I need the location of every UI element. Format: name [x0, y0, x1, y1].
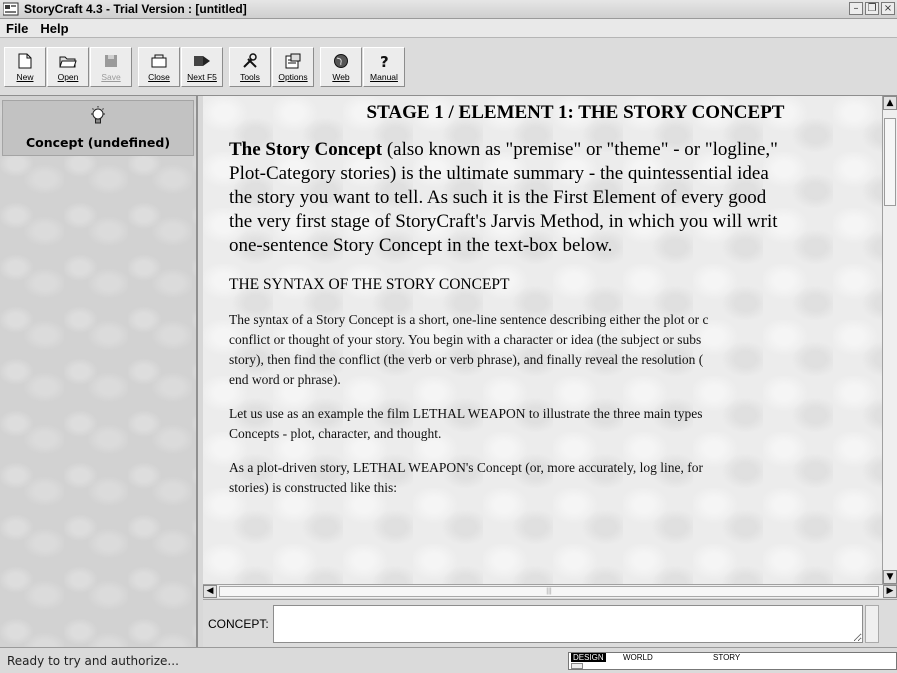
file-button-group: New Open Save [4, 46, 132, 87]
open-button[interactable]: Open [47, 46, 89, 87]
element-sidebar: Concept (undefined) [0, 96, 198, 647]
status-bar: Ready to try and authorize... DESIGN WOR… [0, 647, 897, 673]
web-button[interactable]: Web [320, 46, 362, 87]
paragraph-line: As a plot-driven story, LETHAL WEAPON's … [229, 460, 704, 475]
page-title: STAGE 1 / ELEMENT 1: THE STORY CONCEPT [366, 102, 785, 123]
menu-file[interactable]: File [0, 21, 34, 36]
menu-bar: File Help [0, 19, 897, 38]
minimize-icon[interactable]: – [849, 2, 863, 15]
title-bar: StoryCraft 4.3 - Trial Version : [untitl… [0, 0, 897, 19]
intro-bold-term: The Story Concept [229, 139, 383, 160]
tools-button-group: Tools Options [229, 46, 314, 87]
scroll-right-arrow-icon[interactable]: ▶ [883, 585, 897, 598]
open-label: Open [57, 71, 79, 82]
tools-icon [242, 52, 258, 70]
sidebar-item-concept[interactable]: Concept (undefined) [2, 100, 194, 156]
open-folder-icon [59, 52, 77, 70]
concept-label: CONCEPT: [208, 616, 269, 631]
window-title: StoryCraft 4.3 - Trial Version : [untitl… [24, 2, 247, 16]
scroll-down-arrow-icon[interactable]: ▼ [883, 570, 897, 584]
content-horizontal-scrollbar[interactable]: ◀ ||| ▶ [203, 584, 897, 598]
vertical-scroll-thumb[interactable] [884, 118, 896, 206]
close-icon[interactable]: × [881, 2, 895, 15]
tools-label: Tools [240, 71, 260, 82]
close-label: Close [148, 71, 170, 82]
next-arrow-icon [193, 52, 211, 70]
nav-button-group: Close Next F5 [138, 46, 223, 87]
mode-world[interactable]: WORLD [621, 653, 655, 662]
save-button[interactable]: Save [90, 46, 132, 87]
window-controls: – ❐ × [849, 2, 895, 15]
svg-text:?: ? [380, 53, 389, 69]
horizontal-scroll-thumb[interactable]: ||| [219, 586, 879, 597]
menu-help[interactable]: Help [34, 21, 74, 36]
scroll-up-arrow-icon[interactable]: ▲ [883, 96, 897, 110]
mode-progress-strip: DESIGN WORLD STORY [568, 652, 897, 670]
mode-design[interactable]: DESIGN [571, 653, 606, 662]
intro-line: the story you want to tell. As such it i… [229, 187, 767, 208]
syntax-paragraph: The syntax of a Story Concept is a short… [229, 310, 882, 390]
plot-paragraph: As a plot-driven story, LETHAL WEAPON's … [229, 458, 882, 498]
new-button[interactable]: New [4, 46, 46, 87]
options-button[interactable]: Options [272, 46, 314, 87]
tools-button[interactable]: Tools [229, 46, 271, 87]
intro-line: The Story Concept (also known as "premis… [229, 138, 882, 162]
paragraph-line: story), then find the conflict (the verb… [229, 352, 704, 367]
paragraph-line: conflict or thought of your story. You b… [229, 332, 702, 347]
content-vertical-scrollbar[interactable]: ▲ ▼ [882, 96, 897, 584]
intro-line: the very first stage of StoryCraft's Jar… [229, 211, 778, 232]
concept-input[interactable] [272, 604, 863, 643]
close-folder-icon [151, 52, 167, 70]
section-heading: THE SYNTAX OF THE STORY CONCEPT [229, 276, 510, 293]
options-label: Options [278, 71, 308, 82]
paragraph-line: Concepts - plot, character, and thought. [229, 426, 442, 441]
paragraph-line: The syntax of a Story Concept is a short… [229, 312, 709, 327]
close-button[interactable]: Close [138, 46, 180, 87]
intro-paragraph: The Story Concept (also known as "premis… [229, 138, 882, 258]
paragraph-line: stories) is constructed like this: [229, 480, 397, 495]
save-label: Save [101, 71, 121, 82]
web-globe-icon [333, 52, 349, 70]
sidebar-item-label: Concept (undefined) [25, 135, 171, 150]
progress-indicator [571, 663, 583, 669]
intro-line: one-sentence Story Concept in the text-b… [229, 235, 613, 256]
app-icon [2, 2, 19, 16]
restore-icon[interactable]: ❐ [865, 2, 879, 15]
mode-story[interactable]: STORY [711, 653, 742, 662]
toolbar: New Open Save Close Next F5 Tools Option… [0, 38, 897, 96]
paragraph-line: end word or phrase). [229, 372, 341, 387]
manual-label: Manual [370, 71, 398, 82]
next-button[interactable]: Next F5 [181, 46, 223, 87]
intro-line-rest: (also known as "premise" or "theme" - or… [382, 139, 778, 160]
question-mark-icon: ? [378, 52, 390, 70]
concept-input-scrollbar[interactable] [864, 604, 879, 643]
status-text: Ready to try and authorize... [7, 654, 179, 668]
help-button-group: Web ? Manual [320, 46, 405, 87]
content-pane: STAGE 1 / ELEMENT 1: THE STORY CONCEPT T… [203, 96, 882, 584]
paragraph-line: Let us use as an example the film LETHAL… [229, 406, 703, 421]
lightbulb-icon [90, 106, 106, 131]
save-disk-icon [104, 52, 118, 70]
options-icon [285, 52, 301, 70]
new-document-icon [18, 52, 32, 70]
web-label: Web [332, 71, 350, 82]
example-paragraph: Let us use as an example the film LETHAL… [229, 404, 882, 444]
intro-line: Plot-Category stories) is the ultimate s… [229, 163, 769, 184]
concept-entry-bar: CONCEPT: [203, 599, 897, 647]
new-label: New [16, 71, 34, 82]
scroll-left-arrow-icon[interactable]: ◀ [203, 585, 217, 598]
manual-button[interactable]: ? Manual [363, 46, 405, 87]
next-label: Next F5 [187, 71, 217, 82]
